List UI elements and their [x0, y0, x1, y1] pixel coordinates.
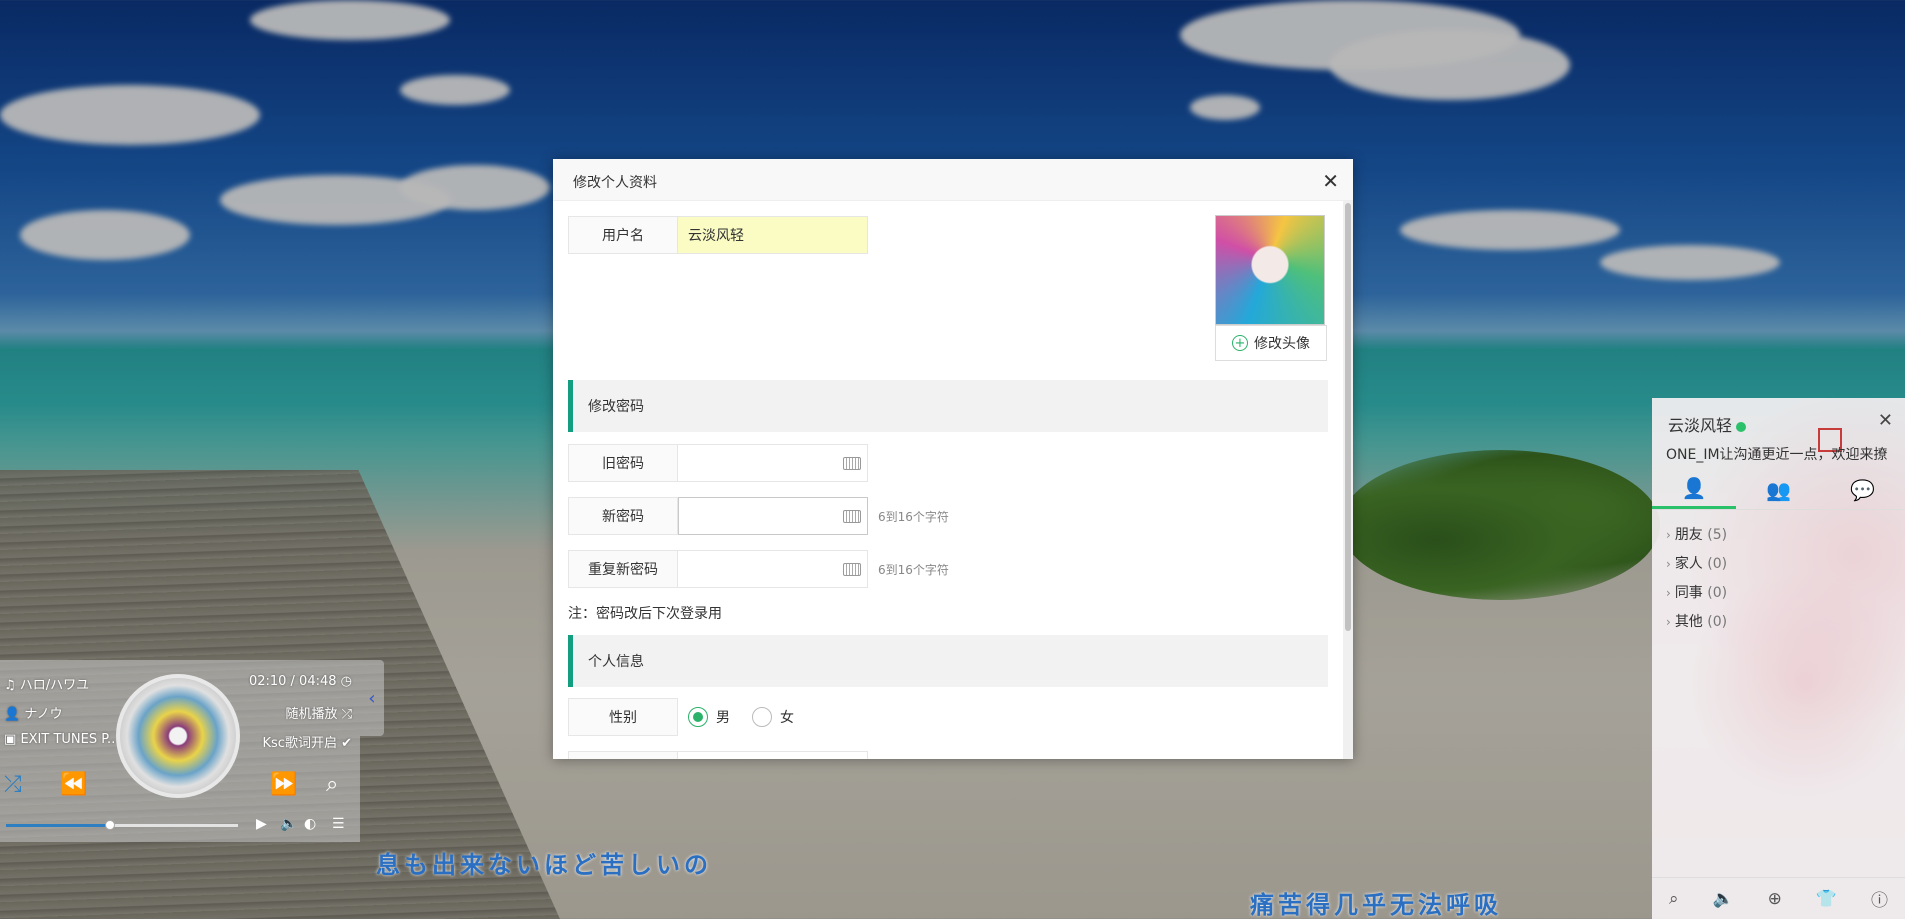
group-item-friends[interactable]: › 朋友 (5): [1666, 524, 1727, 544]
menu-icon[interactable]: ☰: [332, 816, 345, 832]
close-icon[interactable]: ✕: [1322, 169, 1339, 193]
note-icon: ♫: [4, 678, 16, 693]
password-note: 注：密码改后下次登录用: [568, 606, 722, 622]
scrollbar-thumb[interactable]: [1345, 203, 1351, 631]
avatar: [1215, 215, 1325, 325]
new-password-label: 新密码: [568, 497, 678, 535]
group-item-family[interactable]: › 家人 (0): [1666, 553, 1727, 573]
play-icon[interactable]: ▶: [256, 816, 267, 832]
lyrics-toggle[interactable]: Ksc歌词开启 ✔: [263, 732, 353, 751]
old-password-label: 旧密码: [568, 444, 678, 482]
next-field-label: [568, 751, 678, 759]
play-time: 02:10 / 04:48 ◷: [248, 674, 352, 689]
group-item-other[interactable]: › 其他 (0): [1666, 611, 1727, 631]
volume-icon[interactable]: 🔈: [1712, 889, 1733, 909]
im-toolbar: ⌕ 🔈 ⊕ 👕 ⓘ: [1652, 877, 1905, 919]
new-password-hint: 6到16个字符: [878, 510, 949, 524]
gender-label: 性别: [568, 698, 678, 736]
info-icon[interactable]: ⓘ: [1871, 886, 1888, 911]
progress-bar[interactable]: [6, 820, 238, 830]
skin-icon[interactable]: 👕: [1816, 889, 1837, 909]
chat-icon: 💬: [1850, 477, 1876, 502]
user-icon: 👤: [1681, 476, 1707, 500]
volume-icon[interactable]: 🔈: [280, 816, 297, 832]
search-icon[interactable]: ⌕: [326, 772, 338, 797]
im-signature: ONE_IM让沟通更近一点，欢迎来撩: [1666, 447, 1888, 463]
previous-button[interactable]: ⏪: [60, 772, 87, 797]
progress-handle[interactable]: [105, 820, 116, 830]
online-status-icon: [1736, 421, 1747, 432]
dialog-header: 修改个人资料 ✕: [553, 159, 1353, 201]
repeat-password-label: 重复新密码: [568, 550, 678, 588]
lyric-line-1: 息も出来ないほど苦しいの: [376, 851, 712, 879]
radio-icon: [688, 707, 708, 727]
album-name: ▣ EXIT TUNES P...: [4, 732, 120, 747]
im-panel: 云淡风轻 ✕ ONE_IM让沟通更近一点，欢迎来撩 👤 👥 💬 › 朋友 (5) …: [1652, 398, 1905, 919]
username-field: 用户名 云淡风轻: [568, 216, 868, 254]
repeat-password-input[interactable]: [678, 550, 868, 588]
lyric-line-2: 痛苦得几乎无法呼吸: [1250, 891, 1502, 919]
shuffle-button[interactable]: ⤮: [4, 772, 22, 797]
next-field-input[interactable]: [678, 751, 868, 759]
dialog-title: 修改个人资料: [573, 175, 657, 191]
repeat-password-hint: 6到16个字符: [878, 563, 949, 577]
tab-messages[interactable]: 💬: [1821, 470, 1905, 509]
keyboard-icon[interactable]: [843, 510, 861, 523]
person-icon: 👤: [4, 707, 21, 722]
shuffle-icon: ⤮: [341, 707, 352, 722]
im-user: 云淡风轻: [1668, 412, 1747, 436]
dialog-scrollbar[interactable]: [1343, 201, 1353, 759]
progress-fill: [6, 824, 111, 827]
gender-field: 性别: [568, 698, 678, 736]
gender-radio-group: 男 女: [688, 698, 794, 736]
new-password-input[interactable]: [678, 497, 868, 535]
change-avatar-button[interactable]: + 修改头像: [1215, 325, 1327, 361]
group-list: › 朋友 (5) › 家人 (0) › 同事 (0) › 其他 (0): [1666, 524, 1727, 640]
repeat-password-field: 重复新密码: [568, 550, 868, 588]
toggle-icon[interactable]: ◐: [304, 816, 316, 832]
new-password-field: 新密码: [568, 497, 868, 535]
username-input[interactable]: 云淡风轻: [678, 216, 868, 254]
add-icon[interactable]: ⊕: [1768, 889, 1782, 909]
play-mode[interactable]: 随机播放 ⤮: [285, 703, 352, 722]
keyboard-icon[interactable]: [843, 563, 861, 576]
im-tabs: 👤 👥 💬: [1652, 470, 1905, 510]
collapse-player-button[interactable]: ‹: [360, 660, 384, 736]
folder-icon: ▣: [4, 732, 17, 747]
next-field: [568, 751, 868, 759]
check-icon: ✔: [341, 736, 352, 751]
chevron-right-icon: ›: [1666, 557, 1671, 571]
chevron-right-icon: ›: [1666, 586, 1671, 600]
chevron-left-icon: ‹: [368, 687, 376, 709]
section-personal-info: 个人信息: [568, 635, 1328, 687]
song-title: ♫ ハロ/ハワユ: [4, 678, 90, 693]
artist-name: 👤 ナノウ: [4, 707, 63, 722]
section-change-password: 修改密码: [568, 380, 1328, 432]
plus-icon: +: [1232, 335, 1248, 351]
old-password-field: 旧密码: [568, 444, 868, 482]
username-label: 用户名: [568, 216, 678, 254]
close-icon[interactable]: ✕: [1878, 410, 1893, 431]
clock-icon: ◷: [340, 674, 352, 689]
chevron-right-icon: ›: [1666, 615, 1671, 629]
edit-profile-dialog: 修改个人资料 ✕ 用户名 云淡风轻 + 修改头像 修改密码 旧密码 新密码 6到1…: [553, 159, 1353, 759]
tab-friends[interactable]: 👤: [1652, 470, 1737, 509]
music-player: ♫ ハロ/ハワユ 👤 ナノウ ▣ EXIT TUNES P... 02:10 /…: [0, 660, 360, 842]
old-password-input[interactable]: [678, 444, 868, 482]
radio-icon: [752, 707, 772, 727]
chevron-right-icon: ›: [1666, 528, 1671, 542]
gender-radio-male[interactable]: 男: [688, 707, 730, 727]
group-icon: 👥: [1766, 477, 1791, 502]
album-disc: [116, 674, 240, 798]
search-icon[interactable]: ⌕: [1669, 889, 1679, 909]
group-item-colleagues[interactable]: › 同事 (0): [1666, 582, 1727, 602]
dialog-body: 用户名 云淡风轻 + 修改头像 修改密码 旧密码 新密码 6到16个字符 重复新密…: [553, 201, 1343, 759]
next-button[interactable]: ⏩: [270, 772, 297, 797]
gender-radio-female[interactable]: 女: [752, 707, 794, 727]
tab-groups[interactable]: 👥: [1736, 470, 1820, 509]
keyboard-icon[interactable]: [843, 457, 861, 470]
